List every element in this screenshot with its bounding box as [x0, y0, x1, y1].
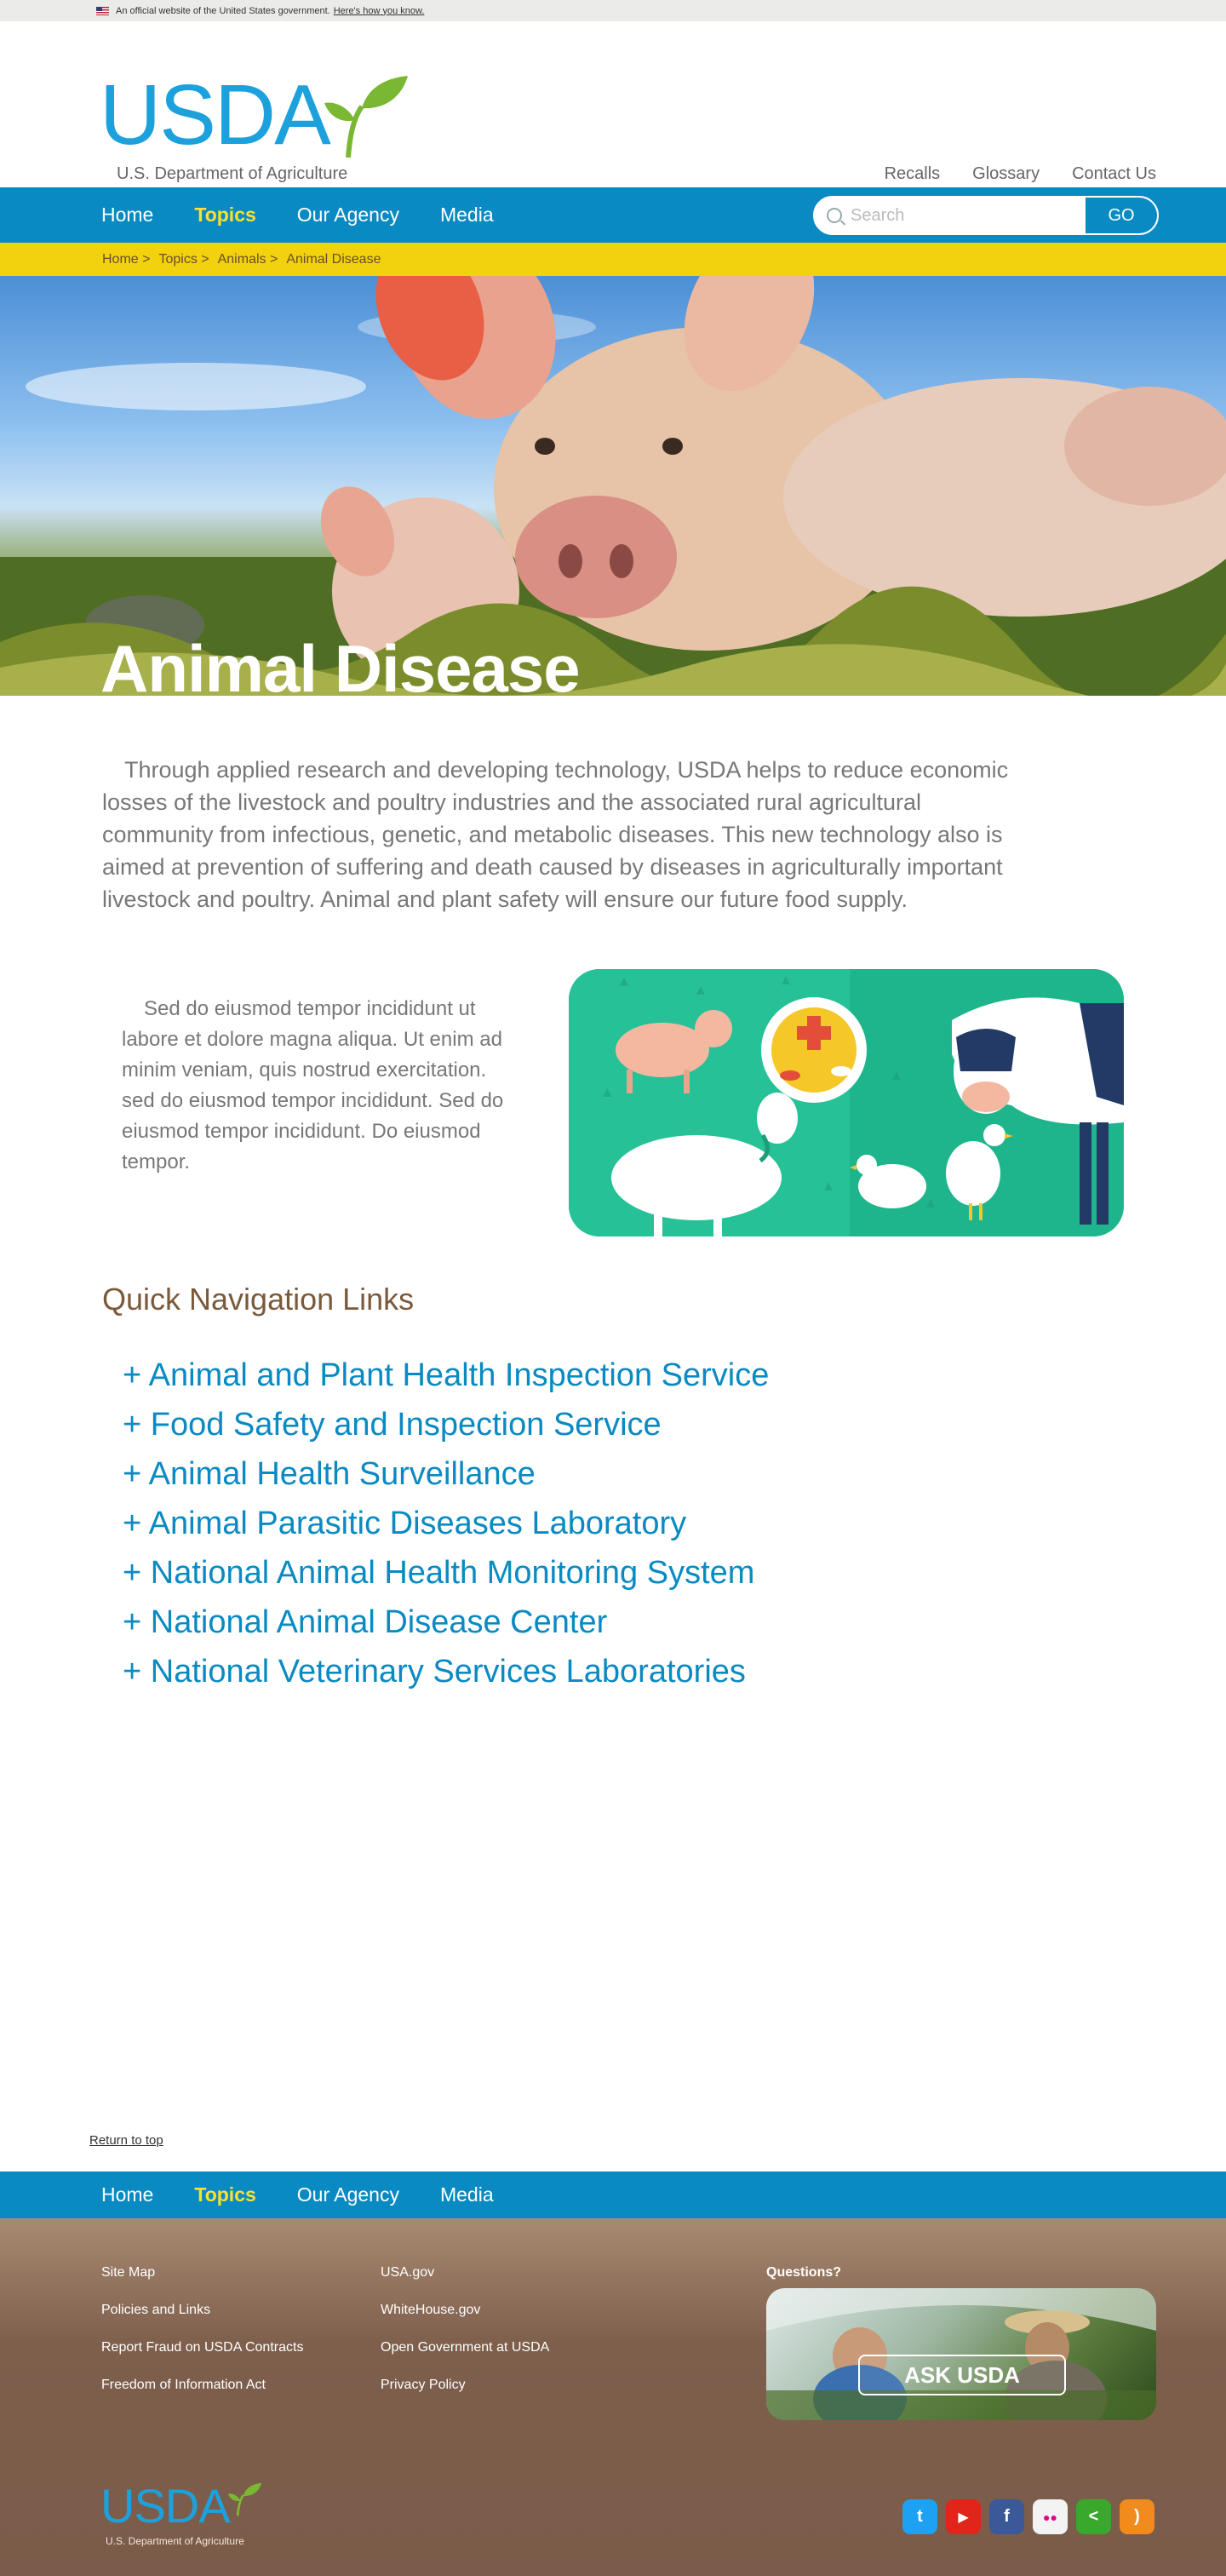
footer-link-report-fraud[interactable]: Report Fraud on USDA Contracts — [101, 2340, 303, 2378]
return-to-top-link[interactable]: Return to top — [89, 2133, 163, 2148]
breadcrumb-current: Animal Disease — [286, 251, 381, 267]
quick-link-nahms[interactable]: + National Animal Health Monitoring Syst… — [123, 1551, 1226, 1600]
quick-nav-heading: Quick Navigation Links — [102, 1282, 415, 1317]
quick-nav-list: + Animal and Plant Health Inspection Ser… — [102, 1353, 1226, 1699]
ask-usda-button[interactable]: ASK USDA — [858, 2355, 1066, 2395]
footer-link-open-gov[interactable]: Open Government at USDA — [381, 2340, 549, 2378]
footer-link-privacy[interactable]: Privacy Policy — [381, 2378, 549, 2415]
intro-paragraph: Through applied research and developing … — [102, 757, 1009, 912]
main-nav: Home Topics Our Agency Media GO — [0, 187, 1226, 243]
rss-icon[interactable]: ) — [1120, 2499, 1154, 2534]
livestock-illustration — [569, 969, 1124, 1236]
nav-our-agency[interactable]: Our Agency — [297, 204, 399, 227]
gov-banner: An official website of the United States… — [0, 0, 1226, 21]
footer-nav-our-agency[interactable]: Our Agency — [297, 2183, 399, 2206]
utility-links: Recalls Glossary Contact Us — [885, 164, 1156, 184]
site-header: USDA U.S. Department of Agriculture Reca… — [0, 21, 1226, 187]
questions-label: Questions? — [766, 2265, 842, 2280]
quick-link-nvsl[interactable]: + National Veterinary Services Laborator… — [123, 1649, 1226, 1699]
footer-link-foia[interactable]: Freedom of Information Act — [101, 2378, 303, 2415]
flickr-icon[interactable]: ●● — [1033, 2499, 1068, 2534]
hero-banner: Animal Disease — [0, 276, 1226, 696]
quick-link-parasitic-diseases-lab[interactable]: + Animal Parasitic Diseases Laboratory — [123, 1501, 1226, 1551]
search-go-button[interactable]: GO — [1086, 198, 1157, 233]
site-footer: Site Map Policies and Links Report Fraud… — [0, 2218, 1226, 2576]
feature-section: Sed do eiusmod tempor incididunt ut labo… — [0, 915, 1226, 1282]
search-box: GO — [813, 196, 1159, 235]
quick-link-nadc[interactable]: + National Animal Disease Center — [123, 1600, 1226, 1649]
util-link-recalls[interactable]: Recalls — [885, 164, 941, 184]
search-input[interactable] — [851, 205, 1086, 226]
gov-banner-text: An official website of the United States… — [116, 5, 330, 16]
quick-nav-section: Quick Navigation Links + Animal and Plan… — [0, 1282, 1226, 1699]
footer-link-whitehouse[interactable]: WhiteHouse.gov — [381, 2303, 549, 2340]
footer-nav-media[interactable]: Media — [440, 2183, 494, 2206]
youtube-icon[interactable]: ▶ — [946, 2499, 981, 2534]
util-link-contact[interactable]: Contact Us — [1072, 164, 1156, 184]
twitter-icon[interactable]: t — [902, 2499, 937, 2534]
nav-home[interactable]: Home — [101, 204, 153, 227]
breadcrumb-topics[interactable]: Topics > — [158, 252, 209, 267]
footer-leaf-icon — [228, 2482, 262, 2516]
footer-link-usa-gov[interactable]: USA.gov — [381, 2265, 549, 2303]
gov-banner-link[interactable]: Here's how you know. — [334, 6, 425, 16]
footer-link-site-map[interactable]: Site Map — [101, 2265, 303, 2303]
ask-usda-banner[interactable]: ASK USDA — [766, 2288, 1156, 2420]
share-icon[interactable]: < — [1076, 2499, 1111, 2534]
social-links: t ▶ f ●● < ) — [902, 2499, 1154, 2534]
us-flag-icon — [96, 6, 109, 15]
leaf-icon — [324, 76, 408, 158]
quick-link-fsis[interactable]: + Food Safety and Inspection Service — [123, 1403, 1226, 1452]
footer-links-col2: USA.gov WhiteHouse.gov Open Government a… — [381, 2265, 549, 2415]
page-title: Animal Disease — [100, 631, 581, 696]
search-icon — [827, 208, 842, 223]
util-link-glossary[interactable]: Glossary — [972, 164, 1040, 184]
nav-topics[interactable]: Topics — [194, 204, 255, 227]
footer-usda-logo[interactable]: USDA U.S. Department of Agriculture — [100, 2482, 279, 2550]
breadcrumb-home[interactable]: Home > — [102, 252, 150, 267]
quick-link-animal-health-surveillance[interactable]: + Animal Health Surveillance — [123, 1452, 1226, 1501]
footer-logo-wordmark: USDA — [100, 2479, 231, 2533]
footer-links-col1: Site Map Policies and Links Report Fraud… — [101, 2265, 303, 2415]
footer-logo-subtitle: U.S. Department of Agriculture — [106, 2535, 244, 2547]
logo-subtitle: U.S. Department of Agriculture — [117, 164, 348, 183]
footer-nav-topics[interactable]: Topics — [194, 2183, 255, 2206]
footer-link-policies[interactable]: Policies and Links — [101, 2303, 303, 2340]
breadcrumb: Home > Topics > Animals > Animal Disease — [0, 243, 1226, 276]
footer-nav-home[interactable]: Home — [101, 2183, 153, 2206]
breadcrumb-animals[interactable]: Animals > — [218, 252, 278, 267]
quick-link-aphis[interactable]: + Animal and Plant Health Inspection Ser… — [123, 1353, 1226, 1403]
footer-nav: Home Topics Our Agency Media — [0, 2172, 1226, 2218]
facebook-icon[interactable]: f — [989, 2499, 1024, 2534]
feature-text: Sed do eiusmod tempor incididunt ut labo… — [122, 997, 504, 1173]
usda-logo[interactable]: USDA U.S. Department of Agriculture — [100, 72, 415, 183]
nav-media[interactable]: Media — [440, 204, 494, 227]
